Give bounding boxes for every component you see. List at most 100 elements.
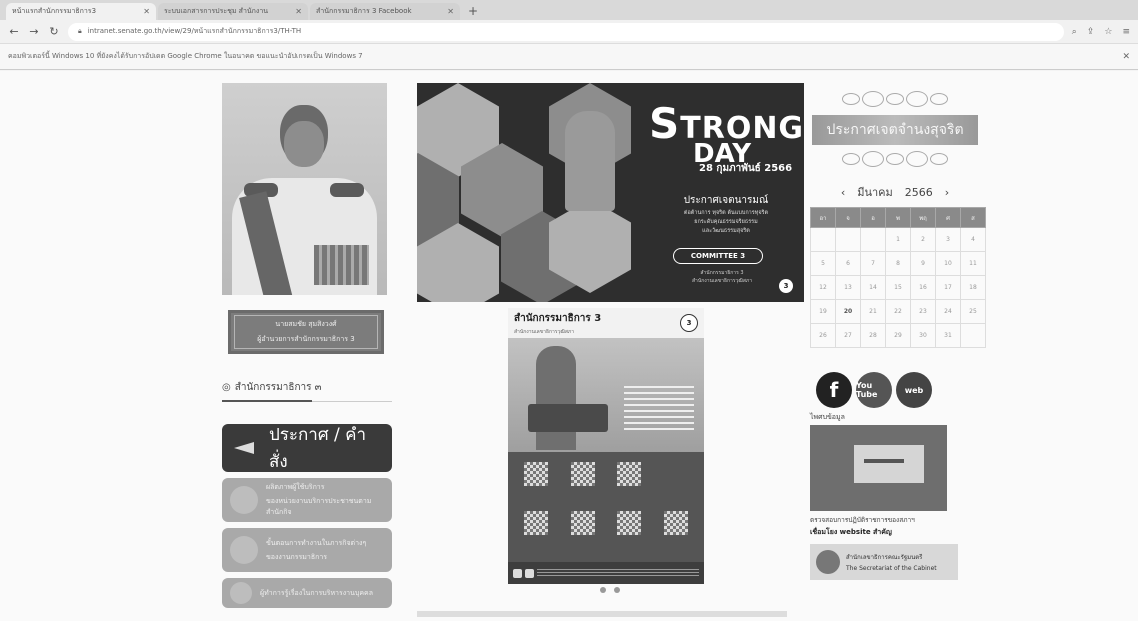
- calendar-day[interactable]: 4: [960, 227, 986, 252]
- calendar-day[interactable]: 8: [885, 251, 911, 276]
- calendar-day[interactable]: 15: [885, 275, 911, 300]
- browser-tab-2[interactable]: ระบบเอกสารการประชุม สำนักงาน ✕: [158, 3, 308, 20]
- calendar-day[interactable]: 23: [910, 299, 936, 324]
- youtube-icon[interactable]: You Tube: [856, 372, 892, 408]
- important-links-label: เชื่อมโยง website สำคัญ: [810, 528, 892, 536]
- carousel-dot[interactable]: [614, 587, 620, 593]
- calendar-day[interactable]: 5: [810, 251, 836, 276]
- integrity-announcement-button[interactable]: ประกาศเจตจำนงสุจริต: [812, 115, 978, 145]
- system-link-caption[interactable]: ตรวจสอบการปฏิบัติราชการของสภาฯ: [810, 515, 980, 525]
- calendar-day[interactable]: 9: [910, 251, 936, 276]
- menu-label-2b: ของงานกรรมาธิการ: [266, 552, 328, 561]
- forward-icon[interactable]: →: [28, 25, 40, 38]
- calendar-day[interactable]: 28: [860, 323, 886, 348]
- calendar-day[interactable]: 27: [835, 323, 861, 348]
- calendar-month: มีนาคม: [857, 186, 893, 199]
- login-system-thumbnail[interactable]: [810, 425, 947, 511]
- banner-desc-3: และวัฒนธรรมสุจริต: [702, 227, 750, 234]
- director-name-box[interactable]: นายสมชัย สุมสิงวงศ์ ผู้อำนวยการสำนักกรรม…: [228, 310, 384, 354]
- calendar-day[interactable]: 6: [835, 251, 861, 276]
- social-links: f You Tube web: [816, 372, 980, 408]
- menu-button-service[interactable]: ผลิตภาพผู้ใช้บริการ ของหน่วยงานบริการประ…: [222, 478, 392, 522]
- chevron-right-icon[interactable]: ›: [945, 186, 949, 199]
- calendar-day[interactable]: 7: [860, 251, 886, 276]
- calendar-day[interactable]: 21: [860, 299, 886, 324]
- chevron-left-icon[interactable]: ‹: [841, 186, 845, 199]
- calendar-year: 2566: [904, 185, 933, 199]
- close-tab-icon[interactable]: ✕: [295, 7, 302, 16]
- calendar-day[interactable]: 24: [935, 299, 961, 324]
- section-heading-text: สำนักกรรมาธิการ ๓: [234, 382, 322, 393]
- calendar-day[interactable]: 2: [910, 227, 936, 252]
- bar-chart-icon: [230, 486, 258, 514]
- calendar-week-row: 1234: [810, 227, 986, 252]
- close-tab-icon[interactable]: ✕: [143, 7, 150, 16]
- section-divider: [222, 400, 392, 402]
- menu-icon[interactable]: ≡: [1122, 27, 1130, 37]
- calendar-day[interactable]: 10: [935, 251, 961, 276]
- address-bar[interactable]: 🔒︎ intranet.senate.go.th/view/29/หน้าแรก…: [68, 22, 1064, 41]
- menu-button-workflow[interactable]: ขั้นตอนการทำงานในภารกิจต่างๆ ของงานกรรมา…: [222, 528, 392, 572]
- cabinet-secretariat-link[interactable]: สำนักเลขาธิการคณะรัฐมนตรี The Secretaria…: [810, 544, 958, 580]
- browser-tab-1[interactable]: หน้าแรกสำนักกรรมาธิการ3 ✕: [6, 3, 156, 20]
- menu-button-hr[interactable]: ผู้ทำการรู้เรื่องในการบริหารงานบุคคล: [222, 578, 392, 608]
- email-icon: [513, 568, 522, 578]
- calendar-day[interactable]: 29: [885, 323, 911, 348]
- calendar-week-row: 12 13 14 15 16 17 18: [810, 275, 986, 300]
- calendar-day[interactable]: 3: [935, 227, 961, 252]
- close-tab-icon[interactable]: ✕: [447, 7, 454, 16]
- calendar-day[interactable]: 17: [935, 275, 961, 300]
- share-icon[interactable]: ⇪: [1087, 27, 1095, 37]
- director-title: ผู้อำนวยการสำนักกรรมาธิการ 3: [257, 335, 355, 343]
- target-icon: ◎: [222, 382, 231, 393]
- facebook-icon[interactable]: f: [816, 372, 852, 408]
- calendar-day[interactable]: 18: [960, 275, 986, 300]
- calendar-day[interactable]: 14: [860, 275, 886, 300]
- menu-label-2a: ขั้นตอนการทำงานในภารกิจต่างๆ: [266, 538, 367, 547]
- qr-code-icon: [570, 462, 595, 486]
- workflow-icon: [230, 536, 258, 564]
- menu-label-1b: ของหน่วยงานบริการประชาชนตามสำนักกิจ: [266, 497, 372, 516]
- browser-actions: ⌕ ⇪ ☆ ≡: [1072, 27, 1130, 37]
- zoom-icon[interactable]: ⌕: [1072, 27, 1077, 37]
- calendar-day[interactable]: 13: [835, 275, 861, 300]
- qr-code-icon: [663, 511, 688, 535]
- calendar-day[interactable]: 11: [960, 251, 986, 276]
- bookmark-star-icon[interactable]: ☆: [1104, 27, 1112, 37]
- reload-icon[interactable]: ↻: [48, 25, 60, 38]
- calendar-day[interactable]: 30: [910, 323, 936, 348]
- strong-day-banner[interactable]: STRONG DAY 28 กุมภาพันธ์ 2566 ประกาศเจตน…: [417, 83, 804, 302]
- weekday-header: อ: [860, 207, 886, 228]
- calendar-day[interactable]: 20: [835, 299, 861, 324]
- back-icon[interactable]: ←: [8, 25, 20, 38]
- qr-code-icon: [524, 511, 549, 535]
- banner-foot-1: สำนักกรรมาธิการ 3: [700, 270, 744, 276]
- calendar-day[interactable]: 12: [810, 275, 836, 300]
- committee-3-logo: 3: [779, 279, 793, 293]
- seal-icon: [816, 550, 840, 574]
- carousel-dots: [600, 587, 620, 593]
- committee-poster[interactable]: สำนักกรรมาธิการ 3 สำนักงานเลขาธิการวุฒิส…: [508, 308, 704, 584]
- carousel-dot[interactable]: [600, 587, 606, 593]
- director-portrait: [222, 83, 387, 295]
- calendar-day: [835, 227, 861, 252]
- calendar-day[interactable]: 1: [885, 227, 911, 252]
- calendar-day[interactable]: 19: [810, 299, 836, 324]
- calendar-day[interactable]: 26: [810, 323, 836, 348]
- banner-foot-2: สำนักงานเลขาธิการวุฒิสภา: [691, 278, 753, 284]
- close-icon[interactable]: ✕: [1122, 52, 1130, 62]
- calendar-day[interactable]: 25: [960, 299, 986, 324]
- address-row: ← → ↻ 🔒︎ intranet.senate.go.th/view/29/ห…: [0, 20, 1138, 44]
- website-icon[interactable]: web: [896, 372, 932, 408]
- calendar-day[interactable]: 22: [885, 299, 911, 324]
- browser-tab-3[interactable]: สำนักกรรมาธิการ 3 Facebook ✕: [310, 3, 460, 20]
- cabinet-name-th: สำนักเลขาธิการคณะรัฐมนตรี: [846, 554, 923, 561]
- calendar-day[interactable]: 31: [935, 323, 961, 348]
- weekday-header: อา: [810, 207, 836, 228]
- calendar-week-row: 26 27 28 29 30 31: [810, 323, 986, 348]
- ornament-bottom: [810, 149, 980, 169]
- calendar-day[interactable]: 16: [910, 275, 936, 300]
- announcement-button[interactable]: ประกาศ / คำสั่ง: [222, 424, 392, 472]
- new-tab-button[interactable]: +: [462, 4, 484, 20]
- calendar-week-row: 5 6 7 8 9 10 11: [810, 251, 986, 276]
